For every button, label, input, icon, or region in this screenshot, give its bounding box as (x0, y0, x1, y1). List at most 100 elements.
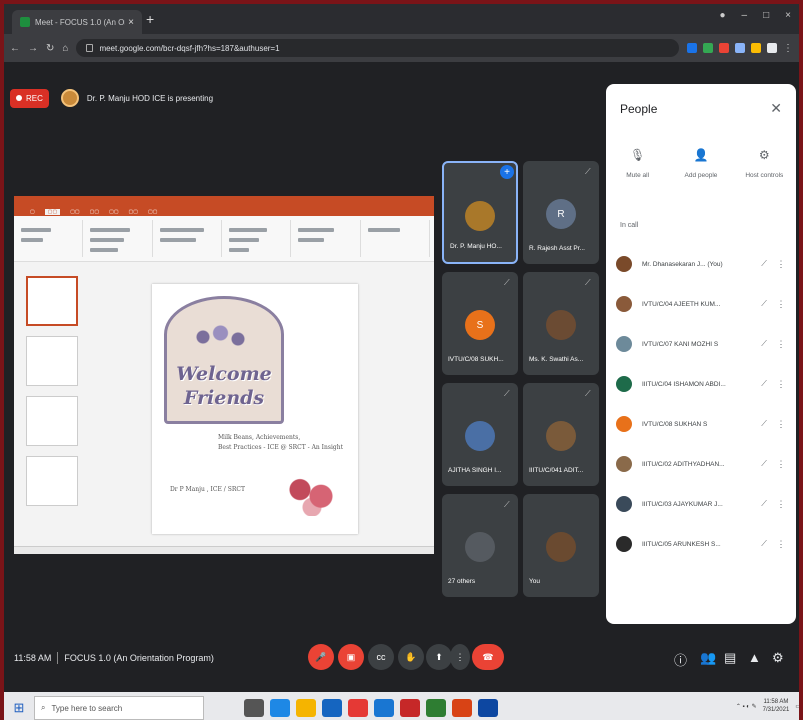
participant-name: You (529, 578, 540, 585)
url-field[interactable]: meet.google.com/bcr-dqsf-jfh?hs=187&auth… (76, 39, 679, 57)
meeting-name[interactable]: FOCUS 1.0 (An Orientation Program) (64, 653, 214, 663)
more-options-icon[interactable]: ⋮ (776, 499, 786, 510)
extension-icon[interactable] (751, 43, 761, 53)
more-options-icon[interactable]: ⋮ (776, 339, 786, 350)
task-view-icon[interactable] (244, 699, 264, 717)
extension-icon[interactable] (735, 43, 745, 53)
close-tab-icon[interactable]: × (128, 17, 134, 28)
notifications-icon[interactable]: ▭ (795, 703, 799, 710)
activities-icon[interactable]: ▲ (748, 650, 761, 665)
avatar-icon[interactable] (767, 43, 777, 53)
participant-tile[interactable]: AJITHA SINGH I... ⟋ (442, 383, 518, 486)
present-button[interactable]: ⬆ (426, 644, 452, 670)
close-window-icon[interactable]: × (785, 10, 791, 21)
mic-off-button[interactable]: 🎤 (308, 644, 334, 670)
reload-icon[interactable]: ↻ (46, 43, 54, 54)
more-options-icon[interactable]: ⋮ (776, 539, 786, 550)
friends-text: Friends (183, 387, 265, 409)
home-icon[interactable]: ⌂ (62, 43, 68, 54)
people-list-item[interactable]: IIITU/C/02 ADITHYADHAN... ⟋ ⋮ (606, 444, 796, 484)
minimize-icon[interactable]: – (742, 10, 748, 21)
extension-icon[interactable] (719, 43, 729, 53)
tab-title: Meet - FOCUS 1.0 (An Orientation (35, 17, 125, 27)
app-icon[interactable] (452, 699, 472, 717)
participant-tile[interactable]: Ms. K. Swathi As... ⟋ (523, 272, 599, 375)
clock-date: 7/31/2021 (762, 707, 790, 713)
app-icon[interactable] (478, 699, 498, 717)
people-list-item[interactable]: IVTU/C/08 SUKHAN S ⟋ ⋮ (606, 404, 796, 444)
chat-icon[interactable]: ▤ (724, 650, 736, 666)
captions-button[interactable]: cc (368, 644, 394, 670)
menu-dots-icon[interactable]: ⋮ (783, 43, 793, 54)
people-list-item[interactable]: IIITU/C/05 ARUNKESH S... ⟋ ⋮ (606, 524, 796, 564)
maximize-icon[interactable]: □ (763, 10, 769, 21)
action-label: Add people (684, 172, 718, 179)
people-list-item[interactable]: IVTU/C/07 KANI MOZHI S ⟋ ⋮ (606, 324, 796, 364)
extension-icon[interactable] (703, 43, 713, 53)
mic-muted-icon[interactable]: ⟋ (758, 459, 770, 469)
new-tab-icon[interactable]: + (146, 11, 154, 27)
participant-tile[interactable]: Dr. P. Manju HO... + (442, 161, 518, 264)
tray-icons[interactable]: ⌃ ▪ ◐ ✎ (736, 703, 757, 710)
people-list-item[interactable]: IIITU/C/03 AJAYKUMAR J... ⟋ ⋮ (606, 484, 796, 524)
taskbar-search[interactable]: ⌕ Type here to search (34, 696, 204, 720)
extensions: ⋮ (687, 43, 793, 54)
people-action-button[interactable]: ⚙ Host controls (735, 148, 793, 179)
participant-tile[interactable]: 27 others ⟋ (442, 494, 518, 597)
participant-tile[interactable]: R R. Rajesh Asst Pr... ⟋ (523, 161, 599, 264)
store-icon[interactable] (426, 699, 446, 717)
mic-muted-icon: ⟋ (504, 278, 510, 287)
participant-tile[interactable]: S IVTU/C/08 SUKH... ⟋ (442, 272, 518, 375)
chrome-icon[interactable] (348, 699, 368, 717)
back-icon[interactable]: ← (10, 43, 20, 54)
participant-tile[interactable]: You (523, 494, 599, 597)
explorer-icon[interactable] (296, 699, 316, 717)
people-list-item[interactable]: IVTU/C/04 AJEETH KUM... ⟋ ⋮ (606, 284, 796, 324)
participant-name: IVTU/C/07 KANI MOZHI S (642, 340, 719, 348)
more-options-icon[interactable]: ⋮ (776, 419, 786, 430)
participant-tile[interactable]: IIITU/C/041 ADIT... ⟋ (523, 383, 599, 486)
mic-muted-icon[interactable]: ⟋ (758, 299, 770, 309)
people-action-button[interactable]: 👤 Add people (672, 148, 730, 179)
host-controls-icon[interactable]: ⚙ (772, 650, 784, 666)
clock[interactable]: 11:58 AM 7/31/2021 (763, 698, 790, 714)
windows-start-icon[interactable]: ⊞ (4, 700, 34, 716)
mic-muted-icon[interactable]: ⟋ (758, 419, 770, 429)
mic-muted-icon[interactable]: ⟋ (758, 339, 770, 349)
close-icon[interactable]: ✕ (770, 100, 782, 117)
more-options-icon[interactable]: ⋮ (776, 259, 786, 270)
raise-hand-button[interactable]: ✋ (398, 644, 424, 670)
mail-icon[interactable] (322, 699, 342, 717)
pin-icon[interactable]: + (500, 165, 514, 179)
current-slide: Welcome Friends Milk Beans, Achievements… (152, 284, 358, 534)
shared-screen-powerpoint: ▢ ▢▢ ▢▢ ▢▢ ▢▢ ▢▢ ▢▢ Welcome Friends Milk Beans… (14, 196, 434, 554)
record-dot-icon (16, 95, 22, 101)
more-options-icon[interactable]: ⋮ (776, 459, 786, 470)
extension-icon[interactable] (687, 43, 697, 53)
people-icon[interactable]: 👥 (700, 650, 716, 666)
mic-muted-icon[interactable]: ⟋ (758, 379, 770, 389)
more-options-icon[interactable]: ⋮ (776, 299, 786, 310)
browser-tab[interactable]: Meet - FOCUS 1.0 (An Orientation × (12, 10, 142, 34)
more-options-icon[interactable]: ⋮ (776, 379, 786, 390)
forward-icon[interactable]: → (28, 43, 38, 54)
word-icon[interactable] (374, 699, 394, 717)
people-list-item[interactable]: IIITU/C/04 ISHAMON ABDI... ⟋ ⋮ (606, 364, 796, 404)
more-options-button[interactable]: ⋮ (450, 644, 470, 670)
edge-icon[interactable] (270, 699, 290, 717)
info-icon[interactable]: ⓘ (674, 650, 687, 669)
leave-call-button[interactable]: ☎ (472, 644, 504, 670)
divider (57, 652, 59, 664)
powerpoint-icon[interactable] (400, 699, 420, 717)
in-call-label: In call (620, 222, 639, 229)
mic-muted-icon[interactable]: ⟋ (758, 499, 770, 509)
participant-name: IVTU/C/04 AJEETH KUM... (642, 300, 721, 308)
people-action-button[interactable]: 🎙 Mute all (609, 148, 667, 179)
mic-muted-icon[interactable]: ⟋ (758, 539, 770, 549)
mic-muted-icon: ⟋ (585, 167, 591, 176)
people-list-item[interactable]: Mr. Dhanasekaran J... (You) ⟋ ⋮ (606, 244, 796, 284)
mic-muted-icon[interactable]: ⟋ (758, 259, 770, 269)
profile-icon[interactable]: ● (720, 10, 726, 21)
camera-off-button[interactable]: ▣ (338, 644, 364, 670)
participant-avatar (546, 532, 576, 562)
